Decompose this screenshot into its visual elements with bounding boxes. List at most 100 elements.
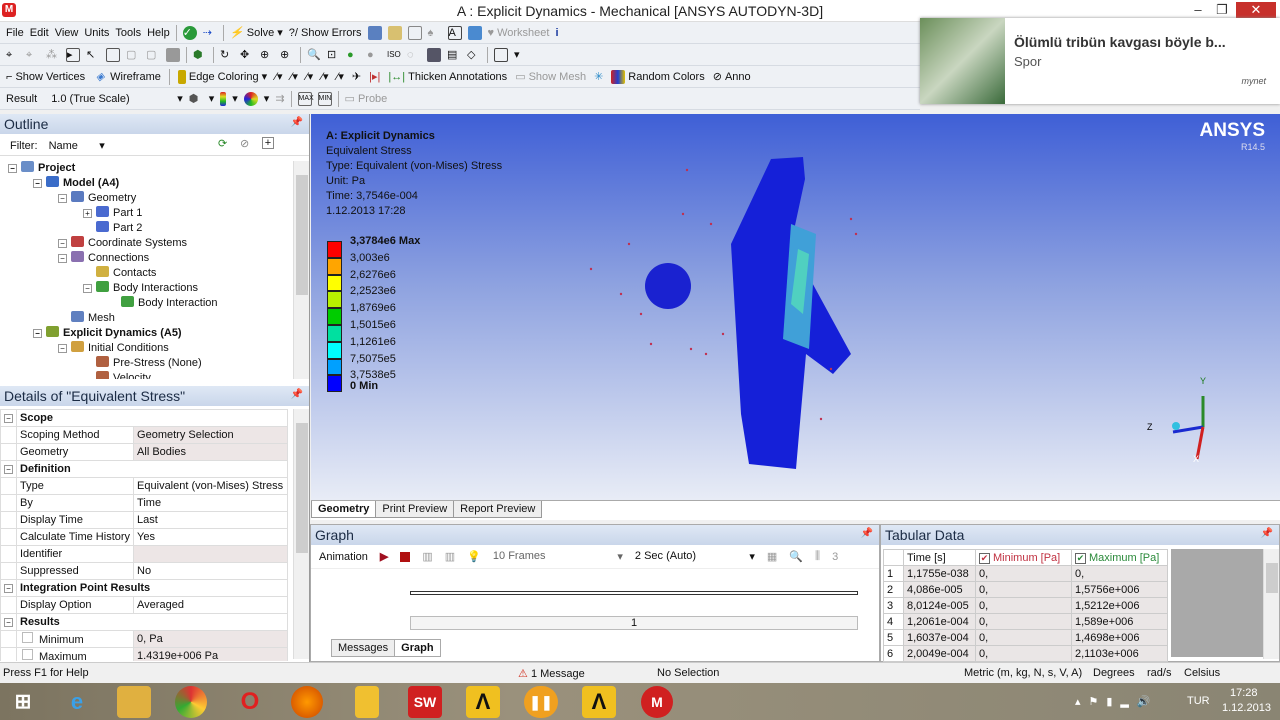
select-mode-icon[interactable]: ⌖ bbox=[26, 48, 40, 62]
collapse-toggle[interactable]: − bbox=[4, 618, 13, 627]
solve-button[interactable]: ⚡ Solve ▾ bbox=[230, 26, 283, 40]
probe-button[interactable]: ▭ Probe bbox=[345, 92, 388, 106]
contour-icon[interactable] bbox=[220, 91, 227, 106]
iso-icon[interactable]: ISO bbox=[387, 48, 401, 62]
frame-slider[interactable]: 1 bbox=[410, 616, 858, 630]
edge-icon[interactable]: ▢ bbox=[126, 48, 140, 62]
collapse-toggle[interactable]: − bbox=[4, 465, 13, 474]
edges-icon[interactable] bbox=[243, 91, 258, 106]
xyz-icon[interactable]: ⁂ bbox=[46, 48, 60, 62]
rotation-unit[interactable]: rad/s bbox=[1147, 667, 1171, 679]
random-colors-button[interactable]: Random Colors bbox=[611, 69, 705, 84]
property-value[interactable]: All Bodies bbox=[133, 443, 288, 461]
details-row[interactable]: Scoping Method Geometry Selection bbox=[0, 426, 288, 444]
tree-node[interactable]: − Body Interactions bbox=[8, 281, 288, 296]
menu-edit[interactable]: Edit bbox=[30, 27, 49, 39]
property-value[interactable] bbox=[133, 545, 288, 563]
frames-next-icon[interactable]: ▥ bbox=[445, 550, 455, 563]
tree-node[interactable]: Part 2 bbox=[8, 221, 288, 236]
view-icon[interactable]: ◌ bbox=[407, 48, 421, 62]
tree-node[interactable]: Pre-Stress (None) bbox=[8, 356, 288, 371]
minimum-checkbox[interactable]: ✔ bbox=[979, 552, 990, 564]
zoom-box-icon[interactable]: ⊡ bbox=[327, 48, 341, 62]
expand-toggle[interactable]: − bbox=[8, 164, 17, 173]
geometry-display-icon[interactable]: ⬢ bbox=[189, 92, 203, 106]
edge-display-x[interactable]: ⁄▾ bbox=[337, 70, 344, 83]
viewport-layout-icon[interactable] bbox=[494, 47, 508, 62]
duration-dropdown[interactable]: 2 Sec (Auto) ▾ bbox=[635, 550, 755, 563]
property-value[interactable]: Geometry Selection bbox=[133, 426, 288, 444]
details-row[interactable]: Geometry All Bodies bbox=[0, 443, 288, 461]
filter-dropdown[interactable]: Name ▾ bbox=[49, 140, 105, 152]
property-value[interactable]: Yes bbox=[133, 528, 288, 546]
insert-icon[interactable]: ⇢ bbox=[203, 26, 217, 40]
details-row[interactable]: Maximum 1.4319e+006 Pa bbox=[0, 647, 288, 661]
tree-node[interactable]: + Part 1 bbox=[8, 206, 288, 221]
section-icon[interactable]: |▸| bbox=[369, 70, 380, 83]
solidworks-icon[interactable]: SW bbox=[408, 686, 442, 718]
details-section[interactable]: − Integration Point Results bbox=[0, 579, 288, 597]
chart-icon[interactable] bbox=[387, 25, 402, 40]
header-minimum[interactable]: ✔ Minimum [Pa] bbox=[975, 549, 1072, 566]
temperature-unit[interactable]: Celsius bbox=[1184, 667, 1220, 679]
frames-prev-icon[interactable]: ▥ bbox=[422, 550, 432, 563]
details-row[interactable]: Suppressed No bbox=[0, 562, 288, 580]
edge-display-1[interactable]: ⁄▾ bbox=[290, 70, 297, 83]
show-vertices-button[interactable]: ⌐ Show Vertices bbox=[6, 71, 85, 83]
collapse-icon[interactable]: ⊘ bbox=[240, 137, 249, 150]
edge-coloring-button[interactable]: Edge Coloring ▾ bbox=[177, 69, 267, 84]
details-section[interactable]: − Definition bbox=[0, 460, 288, 478]
clock-time[interactable]: 17:28 bbox=[1230, 687, 1258, 699]
expand-all-icon[interactable]: + bbox=[262, 137, 274, 149]
outline-scrollbar[interactable] bbox=[293, 161, 309, 379]
expand-toggle[interactable]: − bbox=[33, 179, 42, 188]
news-notification[interactable]: Ölümlü tribün kavgası böyle b... Spor my… bbox=[920, 18, 1280, 104]
face-icon[interactable] bbox=[106, 47, 120, 62]
show-errors-button[interactable]: ?/ Show Errors bbox=[289, 27, 362, 39]
details-row[interactable]: By Time bbox=[0, 494, 288, 512]
details-row[interactable]: Identifier bbox=[0, 545, 288, 563]
comment-icon[interactable]: ♠ bbox=[428, 26, 442, 40]
details-row[interactable]: Display Time Last bbox=[0, 511, 288, 529]
refresh-icon[interactable]: ⟳ bbox=[218, 137, 227, 150]
expand-toggle[interactable]: − bbox=[58, 254, 67, 263]
tree-node[interactable]: Body Interaction bbox=[8, 296, 288, 311]
play-button[interactable]: ▶ bbox=[380, 550, 388, 563]
graphics-viewport[interactable]: A: Explicit Dynamics Equivalent Stress T… bbox=[311, 114, 1280, 500]
start-button[interactable]: ⊞ bbox=[6, 686, 40, 718]
tree-node[interactable]: − Initial Conditions bbox=[8, 341, 288, 356]
tree-node[interactable]: − Project bbox=[8, 161, 288, 176]
wireframe-button[interactable]: ◈ Wireframe bbox=[93, 70, 161, 84]
body-icon[interactable] bbox=[166, 47, 180, 62]
pin-icon[interactable]: 📌 bbox=[291, 117, 303, 128]
info-icon[interactable]: i bbox=[555, 27, 558, 39]
expand-toggle[interactable]: + bbox=[83, 209, 92, 218]
tree-node[interactable]: Contacts bbox=[8, 266, 288, 281]
annotation-button[interactable]: ⊘ Anno bbox=[713, 70, 751, 84]
pin-icon[interactable]: 📌 bbox=[1261, 528, 1273, 539]
firefox-icon[interactable] bbox=[291, 686, 323, 718]
header-maximum[interactable]: ✔ Maximum [Pa] bbox=[1071, 549, 1168, 566]
worksheet-button[interactable]: ♥ Worksheet bbox=[488, 27, 550, 39]
zoom-icon[interactable]: ⊕ bbox=[260, 48, 274, 62]
show-mesh-button[interactable]: ▭ Show Mesh bbox=[515, 70, 586, 84]
tree-node[interactable]: − Coordinate Systems bbox=[8, 236, 288, 251]
pin-icon[interactable]: 📌 bbox=[291, 389, 303, 400]
media-player-icon[interactable]: ❚❚ bbox=[524, 686, 558, 718]
details-row[interactable]: Calculate Time History Yes bbox=[0, 528, 288, 546]
collapse-toggle[interactable]: − bbox=[4, 414, 13, 423]
tree-node[interactable]: Velocity bbox=[8, 371, 288, 379]
pointer-icon[interactable]: ↖ bbox=[86, 48, 100, 62]
edge-display-3[interactable]: ⁄▾ bbox=[321, 70, 328, 83]
property-value[interactable]: Equivalent (von-Mises) Stress bbox=[133, 477, 288, 495]
details-section[interactable]: − Results bbox=[0, 613, 288, 631]
check-icon[interactable]: ✓ bbox=[182, 25, 197, 40]
header-time[interactable]: Time [s] bbox=[903, 549, 976, 566]
collapse-toggle[interactable]: − bbox=[4, 584, 13, 593]
expand-toggle[interactable]: − bbox=[33, 329, 42, 338]
pin-icon[interactable]: 📌 bbox=[861, 528, 873, 539]
vertex-icon[interactable]: ▢ bbox=[146, 48, 160, 62]
display-icon[interactable] bbox=[427, 47, 441, 62]
zoom-graph-icon[interactable]: 🔍 bbox=[789, 550, 803, 563]
graph-icon[interactable] bbox=[407, 25, 422, 40]
